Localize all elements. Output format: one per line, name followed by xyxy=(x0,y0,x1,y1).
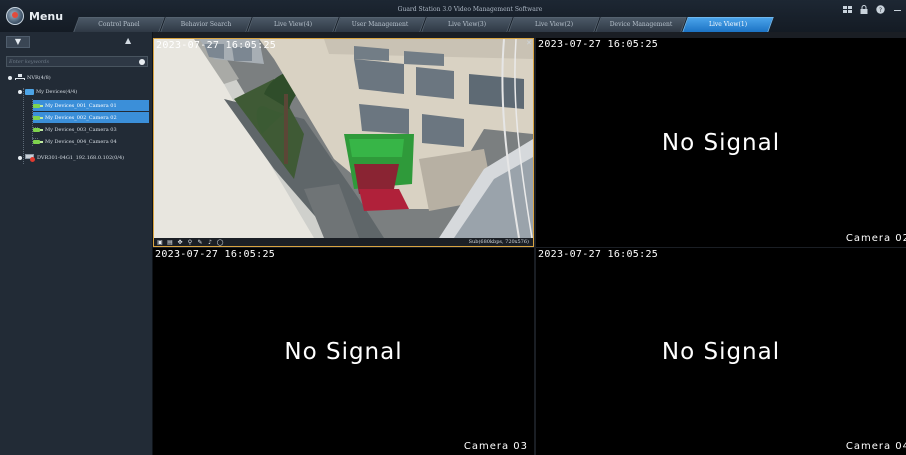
tree-node-label: My Devices_003_Camera 03 xyxy=(45,126,117,133)
window-controls: ? xyxy=(843,5,902,16)
talk-icon[interactable]: ✎ xyxy=(196,239,204,246)
svg-text:?: ? xyxy=(879,7,882,14)
menu-label: Menu xyxy=(29,9,64,23)
no-signal-text: No Signal xyxy=(661,338,781,365)
help-icon[interactable]: ? xyxy=(876,5,885,16)
menu-button[interactable]: Menu xyxy=(6,6,63,26)
tab-label: Live View(4) xyxy=(273,21,313,28)
tree-node-camera-03[interactable]: My Devices_003_Camera 03 xyxy=(33,124,117,135)
tab-live-view-2[interactable]: Live View(2) xyxy=(511,17,597,32)
tree-node-label: My Devices_002_Camera 02 xyxy=(45,114,117,121)
record-icon[interactable]: ▤ xyxy=(166,239,174,246)
search-toggle-icon[interactable] xyxy=(139,58,145,65)
no-signal-text: No Signal xyxy=(284,338,403,365)
camera-name: Camera 02 xyxy=(845,233,906,244)
video-timestamp: 2023-07-27 16:05:25 xyxy=(155,249,276,260)
tab-label: Control Panel xyxy=(98,21,140,28)
tree-node-label: My Devices_001_Camera 01 xyxy=(45,102,117,109)
search-input[interactable] xyxy=(9,57,134,66)
tab-device-management[interactable]: Device Management xyxy=(598,17,684,32)
sidebar-header: ▼ ▲ xyxy=(0,32,152,52)
nvr-icon xyxy=(15,74,25,81)
video-toolbar: ▣ ▤ ✥ ⚲ ✎ ♪ ◯ Sub(680kbps, 720x576) xyxy=(154,238,533,246)
video-tile-3[interactable]: 2023-07-27 16:05:25 No Signal Camera 03 xyxy=(153,248,534,455)
tree-node-dvr[interactable]: DVR301-04G1_192.168.0.102(0/4) xyxy=(18,152,124,163)
tab-label: Device Management xyxy=(609,21,673,28)
grid-icon[interactable] xyxy=(843,5,852,16)
camera-icon xyxy=(33,103,43,109)
tab-label: Live View(1) xyxy=(708,21,748,28)
tree-node-label: NVR(4/8) xyxy=(27,74,51,81)
pin-icon: ▼ xyxy=(14,37,22,46)
video-tile-1[interactable]: 2023-07-27 16:05:25 ✕ ▣ ▤ ✥ ⚲ ✎ ♪ ◯ Sub(… xyxy=(153,38,534,247)
tab-bar: Control Panel Behavior Search Live View(4)… xyxy=(76,17,772,32)
folder-icon xyxy=(25,88,34,95)
app-logo-icon xyxy=(6,7,24,25)
zoom-icon[interactable]: ⚲ xyxy=(186,239,194,246)
camera-name: Camera 03 xyxy=(463,441,528,452)
tree-node-nvr[interactable]: NVR(4/8) xyxy=(8,72,51,83)
device-sidebar: ▼ ▲ NVR(4/8) My Devices(4/4) My Devices_… xyxy=(0,32,153,455)
expand-icon[interactable] xyxy=(18,155,22,160)
camera-icon xyxy=(33,115,43,121)
playback-icon[interactable]: ◯ xyxy=(216,239,224,246)
video-tile-4[interactable]: 2023-07-27 16:05:25 No Signal Camera 04 xyxy=(536,248,906,455)
tab-control-panel[interactable]: Control Panel xyxy=(76,17,162,32)
tree-node-label: DVR301-04G1_192.168.0.102(0/4) xyxy=(37,154,125,161)
tab-behavior-search[interactable]: Behavior Search xyxy=(163,17,249,32)
expand-icon[interactable] xyxy=(18,89,22,94)
tab-live-view-3[interactable]: Live View(3) xyxy=(424,17,510,32)
camera-name: Camera 04 xyxy=(845,441,906,452)
tree-node-group[interactable]: My Devices(4/4) xyxy=(18,86,77,97)
camera-icon xyxy=(33,127,43,133)
video-timestamp: 2023-07-27 16:05:25 xyxy=(538,249,659,260)
tab-label: Behavior Search xyxy=(180,21,232,28)
tab-live-view-1[interactable]: Live View(1) xyxy=(685,17,771,32)
video-timestamp: 2023-07-27 16:05:25 xyxy=(538,39,659,50)
audio-icon[interactable]: ♪ xyxy=(206,239,214,246)
tree-node-label: My Devices_004_Camera 04 xyxy=(45,138,117,145)
collapse-icon[interactable]: ▲ xyxy=(125,36,131,45)
camera-feed-image xyxy=(154,39,533,238)
tab-label: User Management xyxy=(351,21,409,28)
minimize-icon[interactable] xyxy=(893,5,902,16)
tree-node-label: My Devices(4/4) xyxy=(36,88,78,95)
no-signal-text: No Signal xyxy=(661,129,781,156)
app-title: Guard Station 3.0 Video Management Softw… xyxy=(397,6,543,13)
video-timestamp: 2023-07-27 16:05:25 xyxy=(156,40,277,51)
close-icon[interactable]: ✕ xyxy=(526,39,532,47)
tab-live-view-4[interactable]: Live View(4) xyxy=(250,17,336,32)
expand-icon[interactable] xyxy=(8,75,12,80)
camera-icon xyxy=(33,139,43,145)
title-bar: Menu Guard Station 3.0 Video Management … xyxy=(0,0,906,32)
search-box xyxy=(6,56,148,67)
tree-node-camera-02[interactable]: My Devices_002_Camera 02 xyxy=(33,112,149,123)
snapshot-icon[interactable]: ▣ xyxy=(156,239,164,246)
stream-info: Sub(680kbps, 720x576) xyxy=(468,239,529,245)
dvr-offline-icon xyxy=(25,154,35,162)
ptz-icon[interactable]: ✥ xyxy=(176,239,184,246)
tree-node-camera-01[interactable]: My Devices_001_Camera 01 xyxy=(33,100,149,111)
tab-user-management[interactable]: User Management xyxy=(337,17,423,32)
tree-node-camera-04[interactable]: My Devices_004_Camera 04 xyxy=(33,136,117,147)
tab-label: Live View(2) xyxy=(534,21,574,28)
pin-button[interactable]: ▼ xyxy=(6,36,30,48)
video-tile-2[interactable]: 2023-07-27 16:05:25 No Signal Camera 02 xyxy=(536,38,906,247)
tab-label: Live View(3) xyxy=(447,21,487,28)
lock-icon[interactable] xyxy=(860,5,868,16)
